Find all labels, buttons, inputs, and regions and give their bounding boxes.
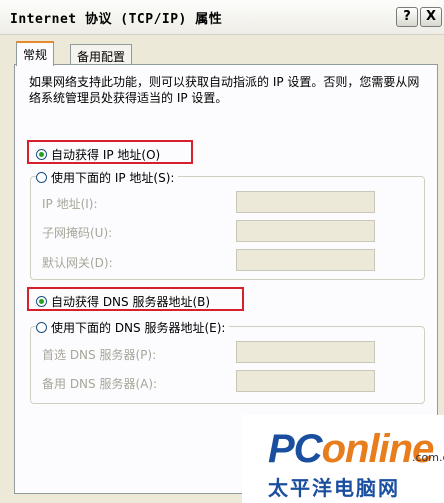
radio-manual-dns[interactable]: 使用下面的 DNS 服务器地址(E): — [36, 319, 230, 336]
help-button[interactable]: ? — [396, 7, 418, 27]
dns-group-box — [30, 326, 425, 404]
default-gateway-input[interactable] — [236, 249, 375, 271]
subnet-mask-input[interactable] — [236, 220, 375, 242]
title-bar: Internet 协议 (TCP/IP) 属性 ? X — [0, 0, 444, 35]
window-title: Internet 协议 (TCP/IP) 属性 — [10, 12, 223, 27]
site-watermark: PConline .com.cn 太平洋电脑网 — [242, 415, 444, 503]
radio-button-icon — [36, 322, 47, 333]
preferred-dns-input[interactable] — [236, 341, 375, 363]
manual-ip-label: 使用下面的 IP 地址(S): — [51, 171, 175, 185]
ip-address-label: IP 地址(I): — [42, 197, 98, 211]
radio-button-icon — [36, 149, 47, 160]
alternate-dns-label: 备用 DNS 服务器(A): — [42, 377, 158, 391]
radio-auto-ip[interactable]: 自动获得 IP 地址(O) — [36, 146, 160, 163]
tab-alternate-config[interactable]: 备用配置 — [70, 44, 133, 65]
description-text: 如果网络支持此功能，则可以获取自动指派的 IP 设置。否则，您需要从网络系统管理… — [29, 75, 420, 105]
tab-general[interactable]: 常规 — [16, 41, 55, 66]
radio-manual-ip[interactable]: 使用下面的 IP 地址(S): — [36, 169, 179, 186]
radio-button-icon — [36, 172, 47, 183]
close-button[interactable]: X — [420, 7, 442, 27]
ip-address-input[interactable] — [236, 191, 375, 213]
preferred-dns-label: 首选 DNS 服务器(P): — [42, 348, 157, 362]
subnet-mask-label: 子网掩码(U): — [42, 226, 113, 240]
manual-dns-label: 使用下面的 DNS 服务器地址(E): — [51, 321, 226, 335]
pconline-logo: PConline — [268, 427, 434, 471]
default-gateway-label: 默认网关(D): — [42, 256, 113, 270]
auto-dns-label: 自动获得 DNS 服务器地址(B) — [51, 295, 211, 309]
watermark-subtitle: 太平洋电脑网 — [268, 476, 400, 500]
radio-button-icon — [36, 296, 47, 307]
alternate-dns-input[interactable] — [236, 370, 375, 392]
watermark-domain: .com.cn — [412, 451, 444, 464]
auto-ip-label: 自动获得 IP 地址(O) — [51, 148, 161, 162]
radio-auto-dns[interactable]: 自动获得 DNS 服务器地址(B) — [36, 293, 210, 310]
